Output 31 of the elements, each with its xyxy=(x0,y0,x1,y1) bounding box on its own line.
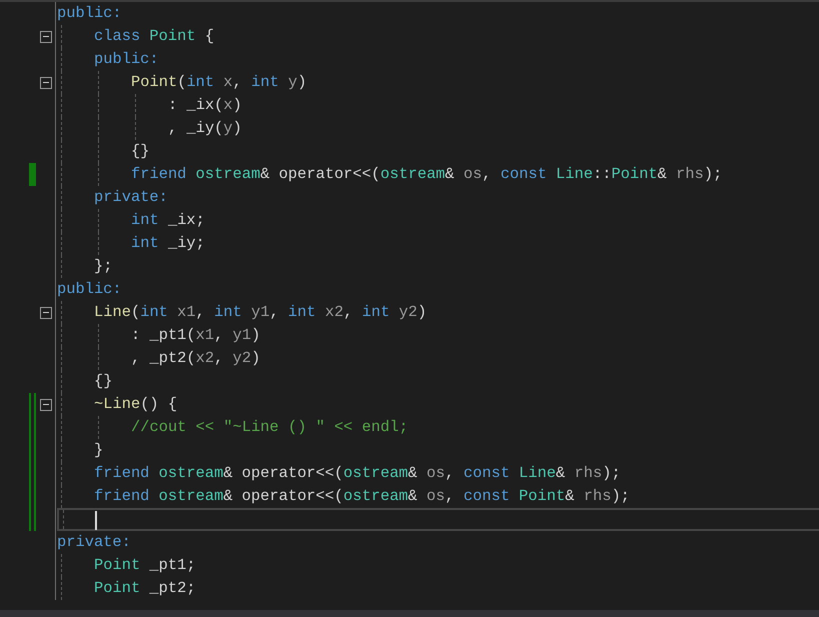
code-line: , _pt2(x2, y2) xyxy=(131,348,260,369)
code-line: int _iy; xyxy=(131,233,205,254)
collapse-icon[interactable] xyxy=(40,398,52,410)
code-line: public: xyxy=(57,3,122,24)
code-line: int _ix; xyxy=(131,210,205,231)
code-line: Point _pt2; xyxy=(94,578,196,599)
code-line: , _iy(y) xyxy=(168,118,242,139)
code-line: friend ostream& operator<<(ostream& os, const Line& rhs); xyxy=(94,463,621,484)
code-line: public: xyxy=(94,49,159,70)
code-line: } xyxy=(94,440,104,461)
collapse-icon[interactable] xyxy=(40,76,52,88)
code-line: Point(int x, int y) xyxy=(131,72,307,93)
collapse-icon[interactable] xyxy=(40,30,52,42)
code-line: friend ostream& operator<<(ostream& os, const Point& rhs); xyxy=(94,486,630,507)
code-line: {} xyxy=(94,371,112,392)
code-line: Line(int x1, int y1, int x2, int y2) xyxy=(94,302,427,323)
code-line: private: xyxy=(94,187,168,208)
code-line: //cout << "~Line () " << endl; xyxy=(131,417,408,438)
code-line: ~Line() { xyxy=(94,394,178,415)
horizontal-scrollbar[interactable] xyxy=(0,610,819,617)
code-line: public: xyxy=(57,279,122,300)
code-line: class Point { xyxy=(94,26,214,47)
code-line: private: xyxy=(57,532,131,553)
code-line: Point _pt1; xyxy=(94,555,196,576)
collapse-icon[interactable] xyxy=(40,306,52,318)
code-line: }; xyxy=(94,256,112,277)
code-line: {} xyxy=(131,141,150,162)
code-line: : _pt1(x1, y1) xyxy=(131,325,260,346)
text-cursor xyxy=(95,511,97,530)
code-line: : _ix(x) xyxy=(168,95,242,116)
code-line: friend ostream& operator<<(ostream& os, const Line::Point& rhs); xyxy=(131,164,722,185)
